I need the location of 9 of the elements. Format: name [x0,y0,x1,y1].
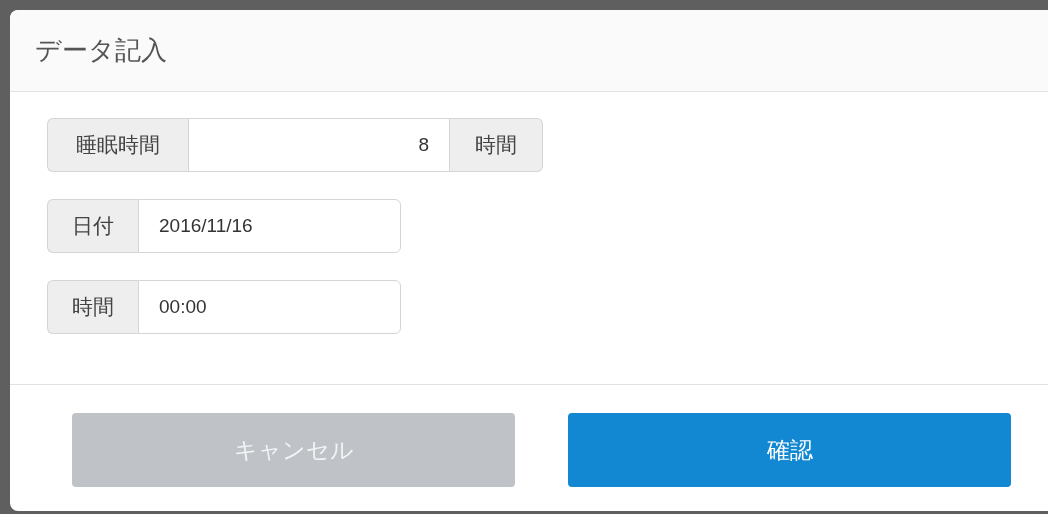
field-label: 睡眠時間 [47,118,188,172]
input-field[interactable]: 8 [188,118,450,172]
input-field[interactable]: 2016/11/16 [138,199,401,253]
confirm-button[interactable]: 確認 [568,413,1011,487]
dialog-title: データ記入 [35,34,167,67]
input-field[interactable]: 00:00 [138,280,401,334]
unit-label: 時間 [450,118,543,172]
field-label: 時間 [47,280,138,334]
field-label: 日付 [47,199,138,253]
